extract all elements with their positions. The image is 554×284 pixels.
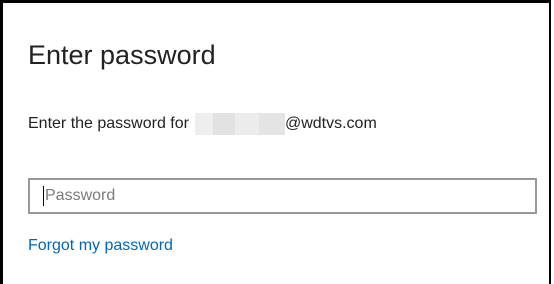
password-prompt: Enter the password for @wdtvs.com [28, 113, 377, 135]
password-field-container[interactable] [28, 178, 537, 214]
forgot-password-link[interactable]: Forgot my password [28, 236, 173, 256]
dialog-title: Enter password [28, 40, 216, 70]
prompt-text: Enter the password for [28, 115, 189, 132]
account-domain: @wdtvs.com [284, 115, 377, 132]
password-dialog: Enter password Enter the password for @w… [0, 0, 551, 284]
redacted-username [194, 113, 285, 135]
password-input[interactable] [44, 182, 515, 210]
